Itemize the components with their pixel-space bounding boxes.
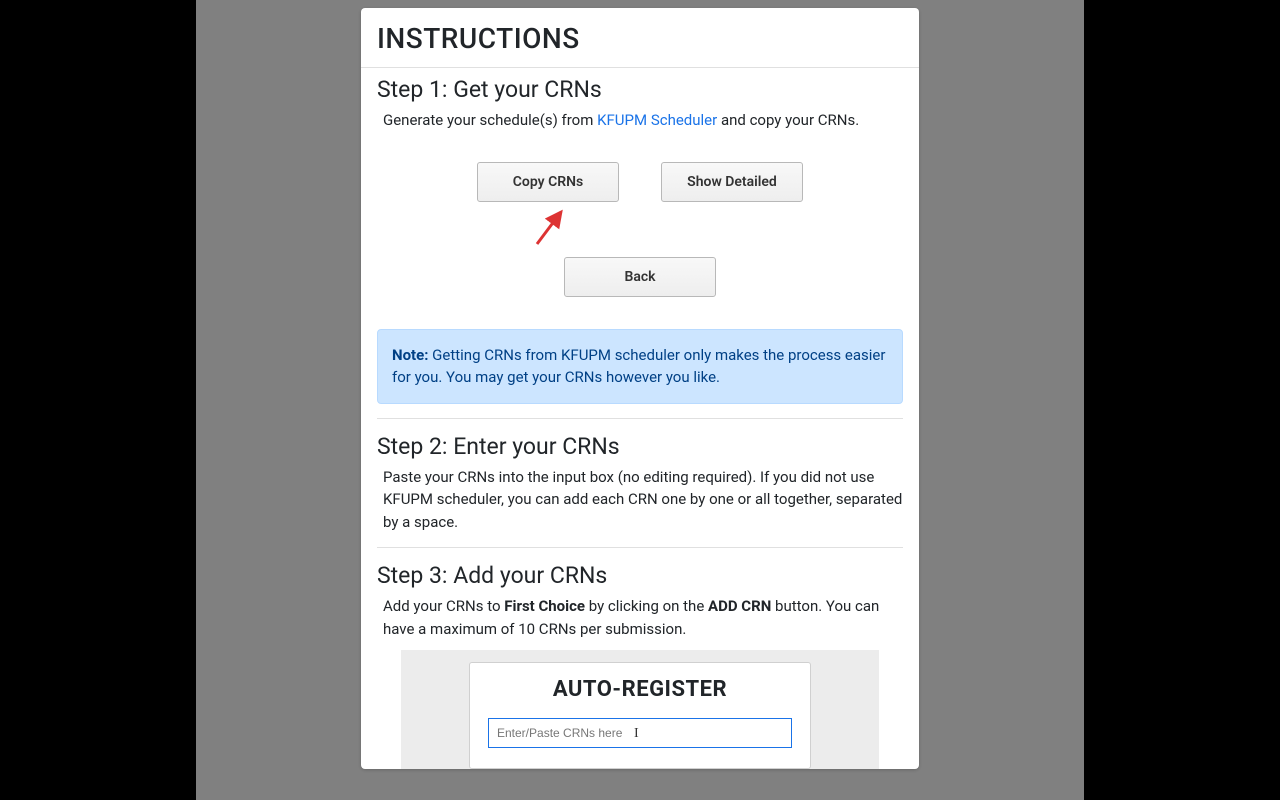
step-3-pre: Add your CRNs to xyxy=(383,597,504,615)
step-3-body: Add your CRNs to First Choice by clickin… xyxy=(383,595,903,640)
example-back-row: Back xyxy=(377,257,903,297)
step-3-illustration-frame: AUTO-REGISTER I xyxy=(401,650,879,769)
auto-register-title: AUTO-REGISTER xyxy=(488,677,792,702)
page-title: INSTRUCTIONS xyxy=(377,22,903,55)
crn-input-wrap: I xyxy=(488,718,792,748)
back-button: Back xyxy=(564,257,716,297)
step-3-section: Step 3: Add your CRNs Add your CRNs to F… xyxy=(361,554,919,769)
note-box: Note: Getting CRNs from KFUPM scheduler … xyxy=(377,329,903,404)
step-1-section: Step 1: Get your CRNs Generate your sche… xyxy=(361,68,919,319)
step-1-intro-post: and copy your CRNs. xyxy=(717,111,859,129)
first-choice-label: First Choice xyxy=(504,597,585,615)
add-crn-label: ADD CRN xyxy=(708,597,771,615)
show-detailed-button: Show Detailed xyxy=(661,162,803,202)
note-label: Note: xyxy=(392,346,428,364)
kfupm-scheduler-link[interactable]: KFUPM Scheduler xyxy=(597,111,717,129)
auto-register-card: AUTO-REGISTER I xyxy=(469,662,811,769)
divider-1 xyxy=(377,418,903,419)
red-arrow-icon xyxy=(531,204,579,252)
step-2-body: Paste your CRNs into the input box (no e… xyxy=(383,466,903,534)
step-3-heading: Step 3: Add your CRNs xyxy=(377,562,903,589)
step-2-section: Step 2: Enter your CRNs Paste your CRNs … xyxy=(361,425,919,534)
example-button-row: Copy CRNs Show Detailed xyxy=(377,162,903,202)
step-3-mid: by clicking on the xyxy=(585,597,708,615)
step-1-intro-pre: Generate your schedule(s) from xyxy=(383,111,597,129)
instructions-card: INSTRUCTIONS Step 1: Get your CRNs Gener… xyxy=(361,8,919,769)
left-black-bar xyxy=(0,0,196,800)
step-1-body: Generate your schedule(s) from KFUPM Sch… xyxy=(383,109,903,132)
note-text: Getting CRNs from KFUPM scheduler only m… xyxy=(392,346,885,387)
divider-2 xyxy=(377,547,903,548)
gray-stage: INSTRUCTIONS Step 1: Get your CRNs Gener… xyxy=(196,0,1084,800)
card-header: INSTRUCTIONS xyxy=(361,8,919,68)
crn-input[interactable] xyxy=(488,718,792,748)
step-1-heading: Step 1: Get your CRNs xyxy=(377,76,903,103)
right-black-bar xyxy=(1084,0,1280,800)
step-1-example-illustration: Copy CRNs Show Detailed Back xyxy=(377,142,903,319)
step-2-heading: Step 2: Enter your CRNs xyxy=(377,433,903,460)
copy-crns-button: Copy CRNs xyxy=(477,162,619,202)
